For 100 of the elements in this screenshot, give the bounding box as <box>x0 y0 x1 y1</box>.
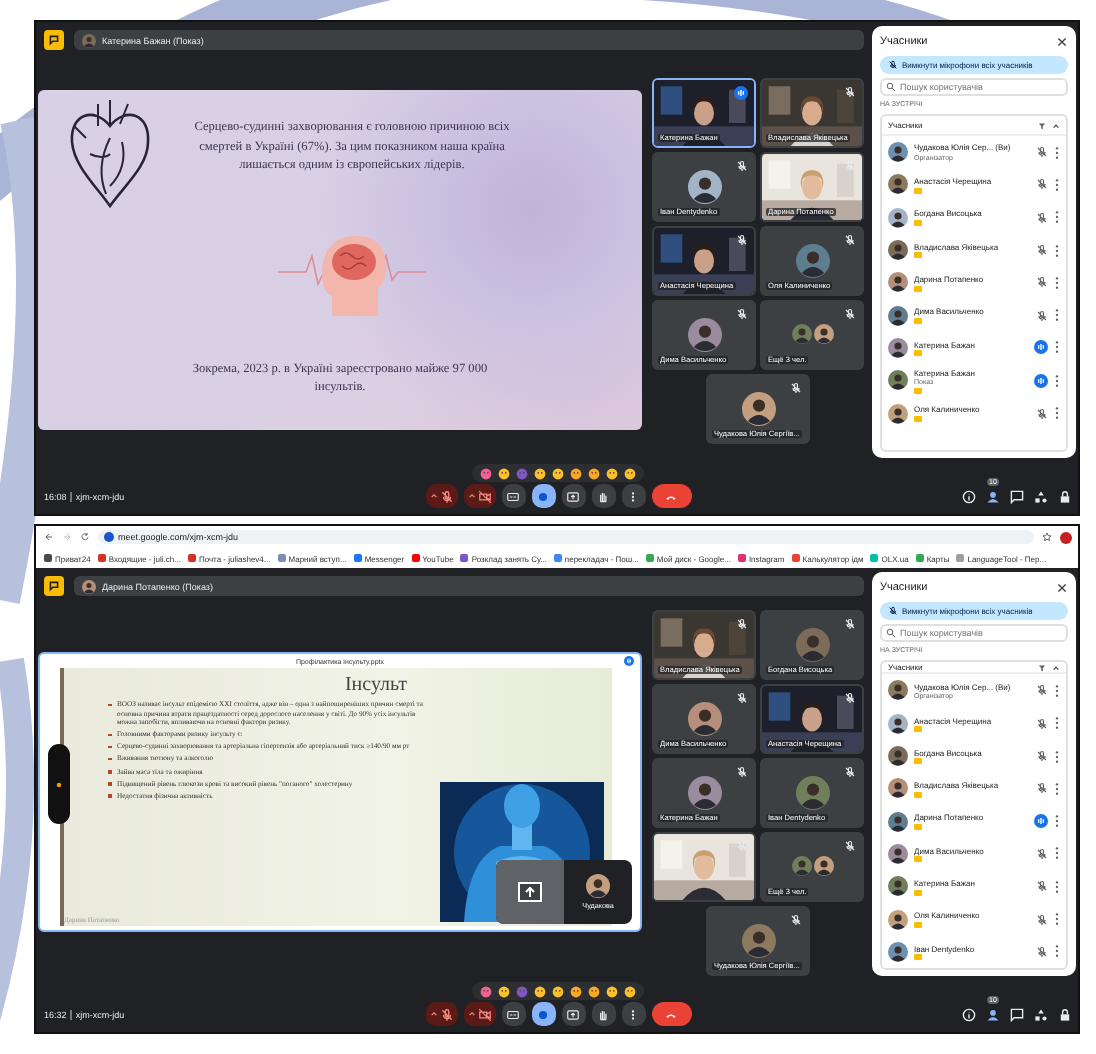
close-icon[interactable] <box>1056 36 1068 48</box>
favicon-icon <box>553 554 562 562</box>
back-icon[interactable] <box>44 532 54 542</box>
activity-button[interactable] <box>44 576 64 596</box>
muted-mic-icon <box>844 85 856 97</box>
more-icon[interactable] <box>1054 944 1060 959</box>
more-icon[interactable] <box>1054 846 1060 861</box>
participant-tile[interactable] <box>652 831 756 901</box>
info-icon <box>962 1007 976 1021</box>
more-icon[interactable] <box>1054 749 1060 764</box>
more-icon[interactable] <box>1054 210 1060 225</box>
emoji-icon[interactable] <box>534 985 546 997</box>
filter-icon <box>1038 121 1046 129</box>
favicon-icon <box>411 554 420 562</box>
muted-mic-icon <box>1036 178 1048 191</box>
muted-mic-icon <box>736 307 748 319</box>
camera-button[interactable] <box>463 484 495 508</box>
emoji-icon[interactable] <box>588 467 600 479</box>
favicon-icon <box>737 554 746 562</box>
avatar <box>741 391 775 425</box>
emoji-icon[interactable] <box>552 985 564 997</box>
emoji-icon[interactable] <box>624 985 636 997</box>
muted-mic-icon <box>844 839 856 851</box>
leave-call-button[interactable] <box>651 1002 691 1026</box>
reactions-button[interactable] <box>531 484 555 508</box>
chat-icon <box>1010 489 1024 503</box>
raise-hand-button[interactable] <box>591 1002 615 1026</box>
avatar <box>82 579 96 593</box>
close-icon[interactable] <box>1056 582 1068 594</box>
more-icon[interactable] <box>1054 814 1060 829</box>
activities-button[interactable] <box>1034 1007 1048 1021</box>
emoji-icon[interactable] <box>534 467 546 479</box>
more-icon[interactable] <box>1054 781 1060 796</box>
emoji-icon[interactable] <box>570 467 582 479</box>
avatar <box>888 746 908 767</box>
avatar <box>586 874 610 898</box>
more-icon <box>626 489 640 503</box>
avatar <box>888 142 908 163</box>
microphone-button[interactable] <box>425 484 457 508</box>
chat-button[interactable] <box>1010 489 1024 503</box>
muted-mic-icon <box>1036 880 1048 893</box>
emoji-icon[interactable] <box>606 467 618 479</box>
shapes-icon <box>1034 489 1048 503</box>
reload-icon[interactable] <box>80 532 90 542</box>
more-icon[interactable] <box>1054 683 1060 698</box>
info-button[interactable] <box>962 489 976 503</box>
emoji-icon[interactable] <box>480 467 492 479</box>
heart-drawing <box>66 98 154 210</box>
people-icon <box>986 1007 1000 1021</box>
avatar <box>888 909 908 930</box>
emoji-icon[interactable] <box>570 985 582 997</box>
more-icon[interactable] <box>1054 177 1060 192</box>
reactions-button[interactable] <box>531 1002 555 1026</box>
caret-icon <box>429 1010 437 1018</box>
emoji-icon[interactable] <box>498 467 510 479</box>
more-options-button[interactable] <box>621 1002 645 1026</box>
raise-hand-button[interactable] <box>591 484 615 508</box>
activities-button[interactable] <box>1034 489 1048 503</box>
emoji-icon[interactable] <box>552 467 564 479</box>
side-handle[interactable] <box>48 744 70 824</box>
muted-mic-icon <box>736 691 748 703</box>
more-icon[interactable] <box>1054 308 1060 323</box>
site-icon <box>104 532 114 542</box>
more-icon[interactable] <box>1054 275 1060 290</box>
present-icon[interactable] <box>518 882 542 902</box>
more-icon[interactable] <box>1054 879 1060 894</box>
emoji-icon[interactable] <box>498 985 510 997</box>
leave-call-button[interactable] <box>651 484 691 508</box>
more-icon[interactable] <box>1054 373 1060 388</box>
people-button[interactable] <box>986 1007 1000 1021</box>
info-button[interactable] <box>962 1007 976 1021</box>
emoji-icon[interactable] <box>480 985 492 997</box>
activity-button[interactable] <box>44 30 64 50</box>
emoji-icon[interactable] <box>606 985 618 997</box>
muted-mic-icon <box>439 489 453 503</box>
people-button[interactable] <box>986 489 1000 503</box>
present-button[interactable] <box>561 1002 585 1026</box>
host-controls-button[interactable] <box>1058 1007 1072 1021</box>
captions-button[interactable] <box>501 1002 525 1026</box>
present-button[interactable] <box>561 484 585 508</box>
more-icon[interactable] <box>1054 145 1060 160</box>
more-icon[interactable] <box>1054 716 1060 731</box>
emoji-icon[interactable] <box>588 985 600 997</box>
more-icon[interactable] <box>1054 340 1060 355</box>
captions-button[interactable] <box>501 484 525 508</box>
star-icon[interactable] <box>1042 532 1052 542</box>
avatar <box>813 856 833 876</box>
microphone-button[interactable] <box>425 1002 457 1026</box>
more-icon[interactable] <box>1054 406 1060 421</box>
chat-button[interactable] <box>1010 1007 1024 1021</box>
profile-icon[interactable] <box>1060 531 1072 543</box>
more-icon[interactable] <box>1054 243 1060 258</box>
muted-mic-icon <box>1036 244 1048 257</box>
favicon-icon <box>353 554 362 562</box>
slide-heading: Інсульт <box>342 674 410 696</box>
more-icon[interactable] <box>1054 912 1060 927</box>
host-controls-button[interactable] <box>1058 489 1072 503</box>
camera-button[interactable] <box>463 1002 495 1026</box>
more-options-button[interactable] <box>621 484 645 508</box>
emoji-icon[interactable] <box>624 467 636 479</box>
